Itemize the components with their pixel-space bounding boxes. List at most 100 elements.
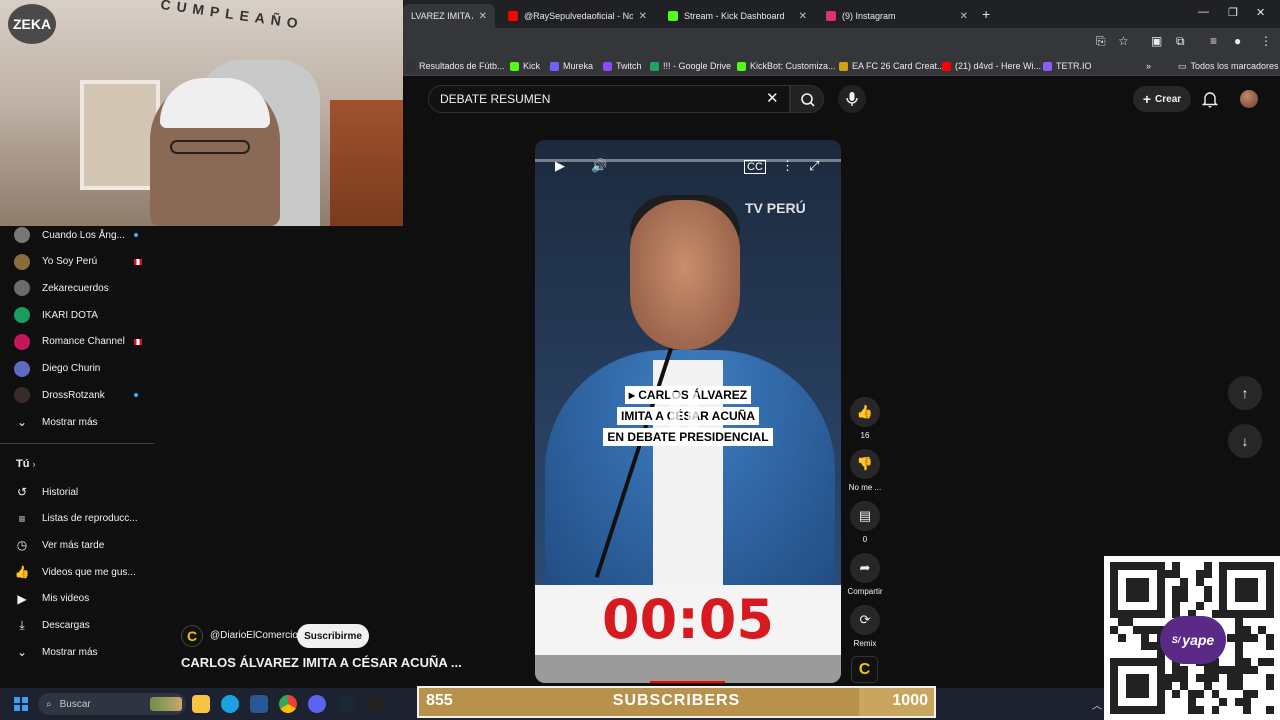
edge-icon[interactable]: [221, 695, 239, 713]
search-button[interactable]: [790, 85, 824, 113]
thumbs-down-icon[interactable]: 👎: [850, 449, 880, 479]
debate-timer: 00:05: [602, 588, 774, 651]
sidebar-you-item[interactable]: ▶ Mis videos: [14, 586, 89, 612]
extensions-puzzle-icon[interactable]: ⧉: [1176, 34, 1185, 49]
sidebar-subscription[interactable]: Cuando Los Ång...: [14, 222, 138, 248]
taskbar-search[interactable]: ⌕ Buscar: [38, 693, 186, 715]
show-more-subscriptions[interactable]: ⌄ Mostrar más: [14, 409, 98, 435]
subscribe-button[interactable]: Suscribirme: [297, 624, 369, 648]
minimize-button[interactable]: —: [1198, 6, 1209, 18]
close-tab-icon[interactable]: ✕: [639, 11, 647, 22]
captions-icon[interactable]: CC: [744, 160, 766, 174]
profile-icon[interactable]: ●: [1234, 34, 1241, 48]
channel-avatar[interactable]: C: [181, 625, 203, 647]
sidebar-subscription[interactable]: Zekarecuerdos: [14, 275, 122, 301]
like-count: 16: [860, 431, 870, 440]
video-title[interactable]: CARLOS ÁLVAREZ IMITA A CÉSAR ACUÑA ...: [181, 655, 462, 670]
flag-icon: [134, 258, 142, 265]
channel-thumbnail[interactable]: C: [851, 656, 878, 683]
previous-short-button[interactable]: ↑: [1228, 376, 1262, 410]
like-action[interactable]: 👍 16: [846, 397, 884, 440]
browser-tab[interactable]: Stream - Kick Dashboard ✕: [660, 4, 815, 28]
sidebar-subscription[interactable]: DrossRotzank: [14, 382, 138, 408]
voice-search-button[interactable]: [838, 85, 866, 113]
maximize-button[interactable]: ❐: [1228, 6, 1238, 19]
close-window-button[interactable]: ✕: [1256, 6, 1265, 19]
comment-count: 0: [862, 535, 868, 544]
bookmark-item[interactable]: Twitch: [603, 58, 642, 74]
volume-icon[interactable]: 🔊: [591, 158, 607, 174]
fullscreen-icon[interactable]: ⤢: [809, 158, 819, 174]
bookmark-item[interactable]: !!! - Google Drive: [650, 58, 731, 74]
bookmark-item[interactable]: Mureka: [550, 58, 593, 74]
sidebar-item-label: Zekarecuerdos: [42, 282, 109, 294]
thumbs-up-icon[interactable]: 👍: [850, 397, 880, 427]
pause-icon[interactable]: [670, 392, 706, 432]
show-more-label: Mostrar más: [42, 416, 98, 428]
share-action[interactable]: ➦ Compartir: [846, 553, 884, 596]
install-app-icon[interactable]: ⎘: [1096, 34, 1106, 49]
sidebar-you-heading[interactable]: Tú ›: [16, 458, 36, 470]
sidebar-item-label: IKARI DOTA: [42, 309, 98, 321]
sidebar-subscription[interactable]: Romance Channel: [14, 329, 142, 355]
browser-tab[interactable]: (9) Instagram ✕: [818, 4, 976, 28]
comments-action[interactable]: ▤ 0: [846, 501, 884, 544]
close-tab-icon[interactable]: ✕: [479, 11, 487, 22]
steam-icon[interactable]: [337, 695, 355, 713]
browser-tab[interactable]: LVAREZ IMITA A ✕: [403, 4, 495, 28]
browser-tab[interactable]: @RaySepulvedaoficial - No Vale ✕: [500, 4, 655, 28]
file-explorer-icon[interactable]: [192, 695, 210, 713]
discord-icon[interactable]: [308, 695, 326, 713]
taskbar-search-placeholder: Buscar: [59, 698, 91, 710]
bookmark-item[interactable]: Resultados de Fútb...: [406, 58, 505, 74]
sidebar-subscription[interactable]: Yo Soy Perú: [14, 249, 142, 275]
bookmark-star-icon[interactable]: ☆: [1118, 34, 1129, 48]
comment-icon[interactable]: ▤: [850, 501, 880, 531]
share-icon[interactable]: ➦: [850, 553, 880, 583]
bookmark-item[interactable]: EA FC 26 Card Creat...: [839, 58, 945, 74]
birthday-banner: CUMPLEAÑO: [159, 0, 305, 32]
remix-icon[interactable]: ⟳: [850, 605, 880, 635]
sidebar-you-item[interactable]: ⤓ Descargas: [14, 613, 89, 639]
sidebar-subscription[interactable]: Diego Churin: [14, 356, 122, 382]
video-progress-bar[interactable]: [535, 159, 841, 162]
new-tab-button[interactable]: +: [982, 6, 990, 22]
channel-name[interactable]: @DiarioElComercio: [210, 630, 298, 641]
windows-start-icon[interactable]: [14, 697, 28, 711]
extension-icon[interactable]: ▣: [1151, 34, 1162, 48]
close-tab-icon[interactable]: ✕: [960, 11, 968, 22]
store-icon[interactable]: [250, 695, 268, 713]
sidebar-subscription[interactable]: IKARI DOTA: [14, 302, 122, 328]
sidebar-you-item[interactable]: ↺ Historial: [14, 479, 78, 505]
bookmark-item[interactable]: Kick: [510, 58, 540, 74]
create-button[interactable]: + Crear: [1133, 86, 1191, 112]
bookmarks-overflow-icon[interactable]: »: [1146, 58, 1151, 74]
sidebar-item-label: Listas de reproducc...: [42, 513, 138, 525]
all-bookmarks-folder[interactable]: ▭ Todos los marcadores: [1178, 58, 1279, 74]
bookmark-item[interactable]: TETR.IO: [1043, 58, 1092, 74]
playlist-icon: ≡: [18, 511, 26, 526]
sidebar-you-item[interactable]: 👍 Videos que me gus...: [14, 559, 136, 585]
sidebar-you-item[interactable]: ≡ Listas de reproducc...: [14, 506, 138, 532]
next-short-button[interactable]: ↓: [1228, 424, 1262, 458]
media-control-icon[interactable]: ≡: [1210, 34, 1217, 48]
clear-search-icon[interactable]: ✕: [766, 89, 779, 107]
sidebar-you-item[interactable]: ◷ Ver más tarde: [14, 532, 105, 558]
obs-icon[interactable]: [368, 695, 386, 713]
account-avatar[interactable]: [1240, 90, 1258, 108]
chrome-icon[interactable]: [279, 695, 297, 713]
show-more-you[interactable]: ⌄ Mostrar más: [14, 639, 98, 665]
remix-action[interactable]: ⟳ Remix: [846, 605, 884, 648]
bookmark-item[interactable]: (21) d4vd - Here Wi...: [942, 58, 1041, 74]
bookmark-label: TETR.IO: [1056, 61, 1092, 71]
close-tab-icon[interactable]: ✕: [799, 11, 807, 22]
more-options-icon[interactable]: ⋮: [781, 158, 794, 174]
history-icon: ↺: [16, 485, 28, 499]
play-icon[interactable]: ▶: [555, 158, 565, 174]
browser-menu-icon[interactable]: ⋮: [1260, 34, 1272, 48]
bookmark-item[interactable]: KickBot: Customiza...: [737, 58, 836, 74]
notifications-button[interactable]: [1201, 90, 1219, 113]
dislike-action[interactable]: 👎 No me ...: [846, 449, 884, 492]
tray-chevron-icon[interactable]: ︿: [1092, 697, 1102, 712]
tab-title: Stream - Kick Dashboard: [684, 11, 785, 21]
